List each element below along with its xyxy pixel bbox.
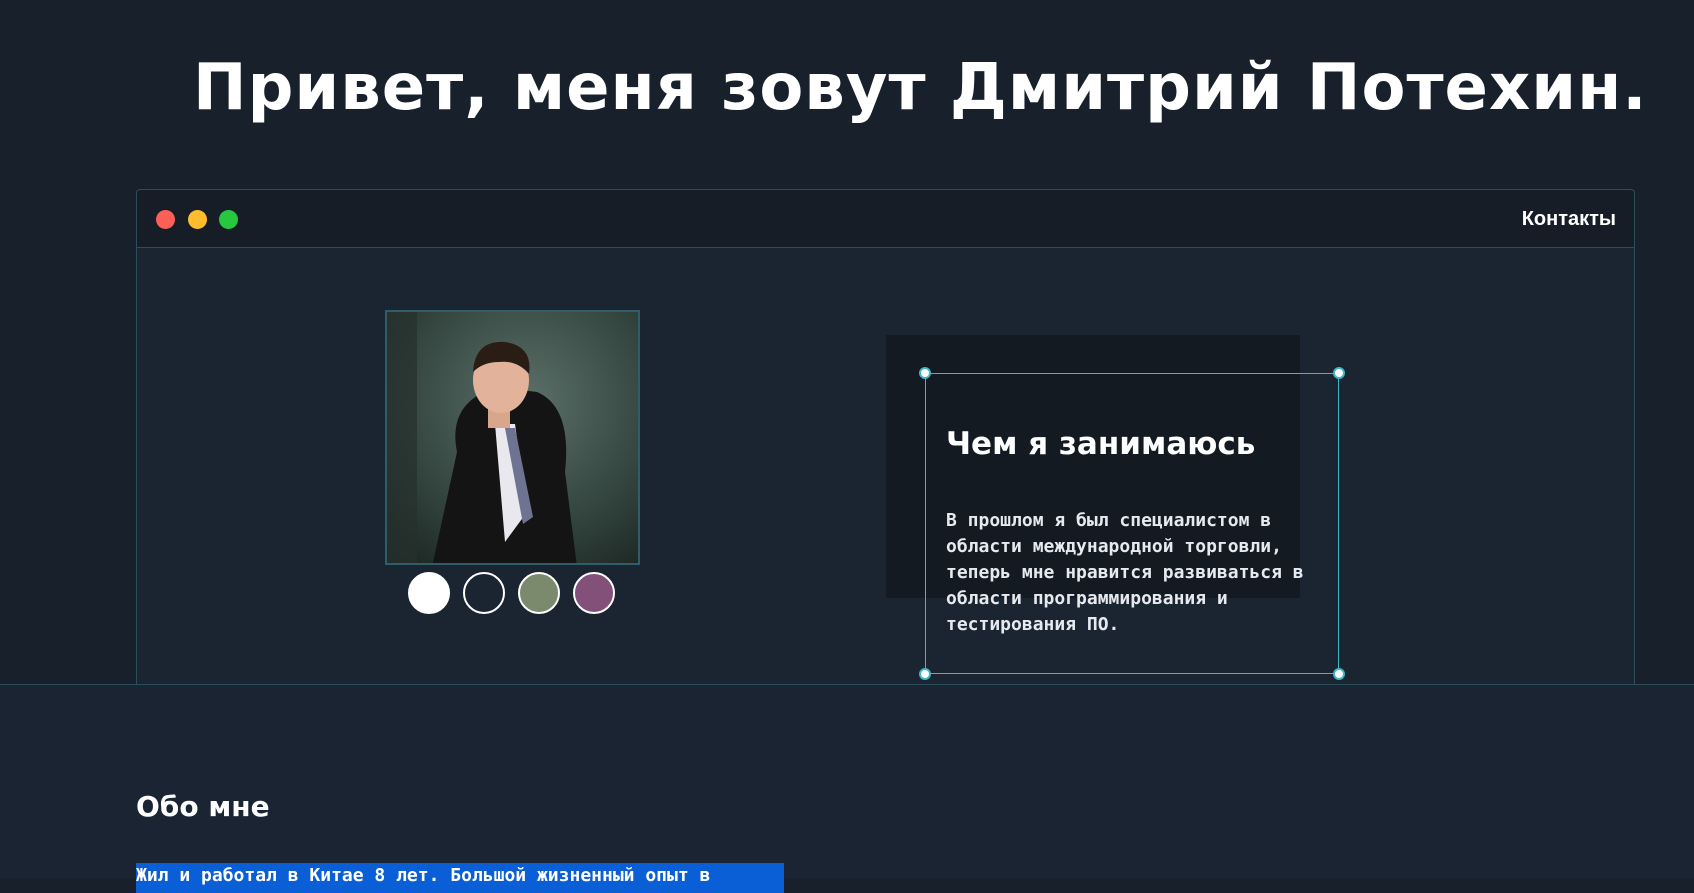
resize-handle-bottom-right[interactable] bbox=[1333, 668, 1345, 680]
resize-handle-top-left[interactable] bbox=[919, 367, 931, 379]
card-title: Чем я занимаюсь bbox=[946, 426, 1256, 462]
resize-handle-top-right[interactable] bbox=[1333, 367, 1345, 379]
close-window-dot[interactable] bbox=[156, 210, 175, 229]
swatch-white[interactable] bbox=[408, 572, 450, 614]
contacts-link[interactable]: Контакты bbox=[1522, 208, 1616, 231]
about-title: Обо мне bbox=[136, 790, 270, 823]
maximize-window-dot[interactable] bbox=[219, 210, 238, 229]
hero-title: Привет, меня зовут Дмитрий Потехин. bbox=[193, 51, 1648, 125]
swatch-olive[interactable] bbox=[518, 572, 560, 614]
profile-photo bbox=[385, 310, 640, 565]
browser-window: Контакты Чем я занимаюсь В прошлом я был… bbox=[136, 189, 1635, 685]
about-section: Обо мне Жил и работал в Китае 8 лет. Бол… bbox=[0, 685, 1694, 893]
window-titlebar: Контакты bbox=[137, 190, 1634, 248]
swatch-purple[interactable] bbox=[573, 572, 615, 614]
minimize-window-dot[interactable] bbox=[188, 210, 207, 229]
swatch-dark[interactable] bbox=[463, 572, 505, 614]
info-card: Чем я занимаюсь В прошлом я был специали… bbox=[919, 367, 1345, 680]
about-text-selected[interactable]: Жил и работал в Китае 8 лет. Большой жиз… bbox=[136, 863, 784, 893]
card-text: В прошлом я был специалистом в области м… bbox=[946, 510, 1304, 635]
resize-handle-bottom-left[interactable] bbox=[919, 668, 931, 680]
person-photo-icon bbox=[387, 312, 638, 563]
